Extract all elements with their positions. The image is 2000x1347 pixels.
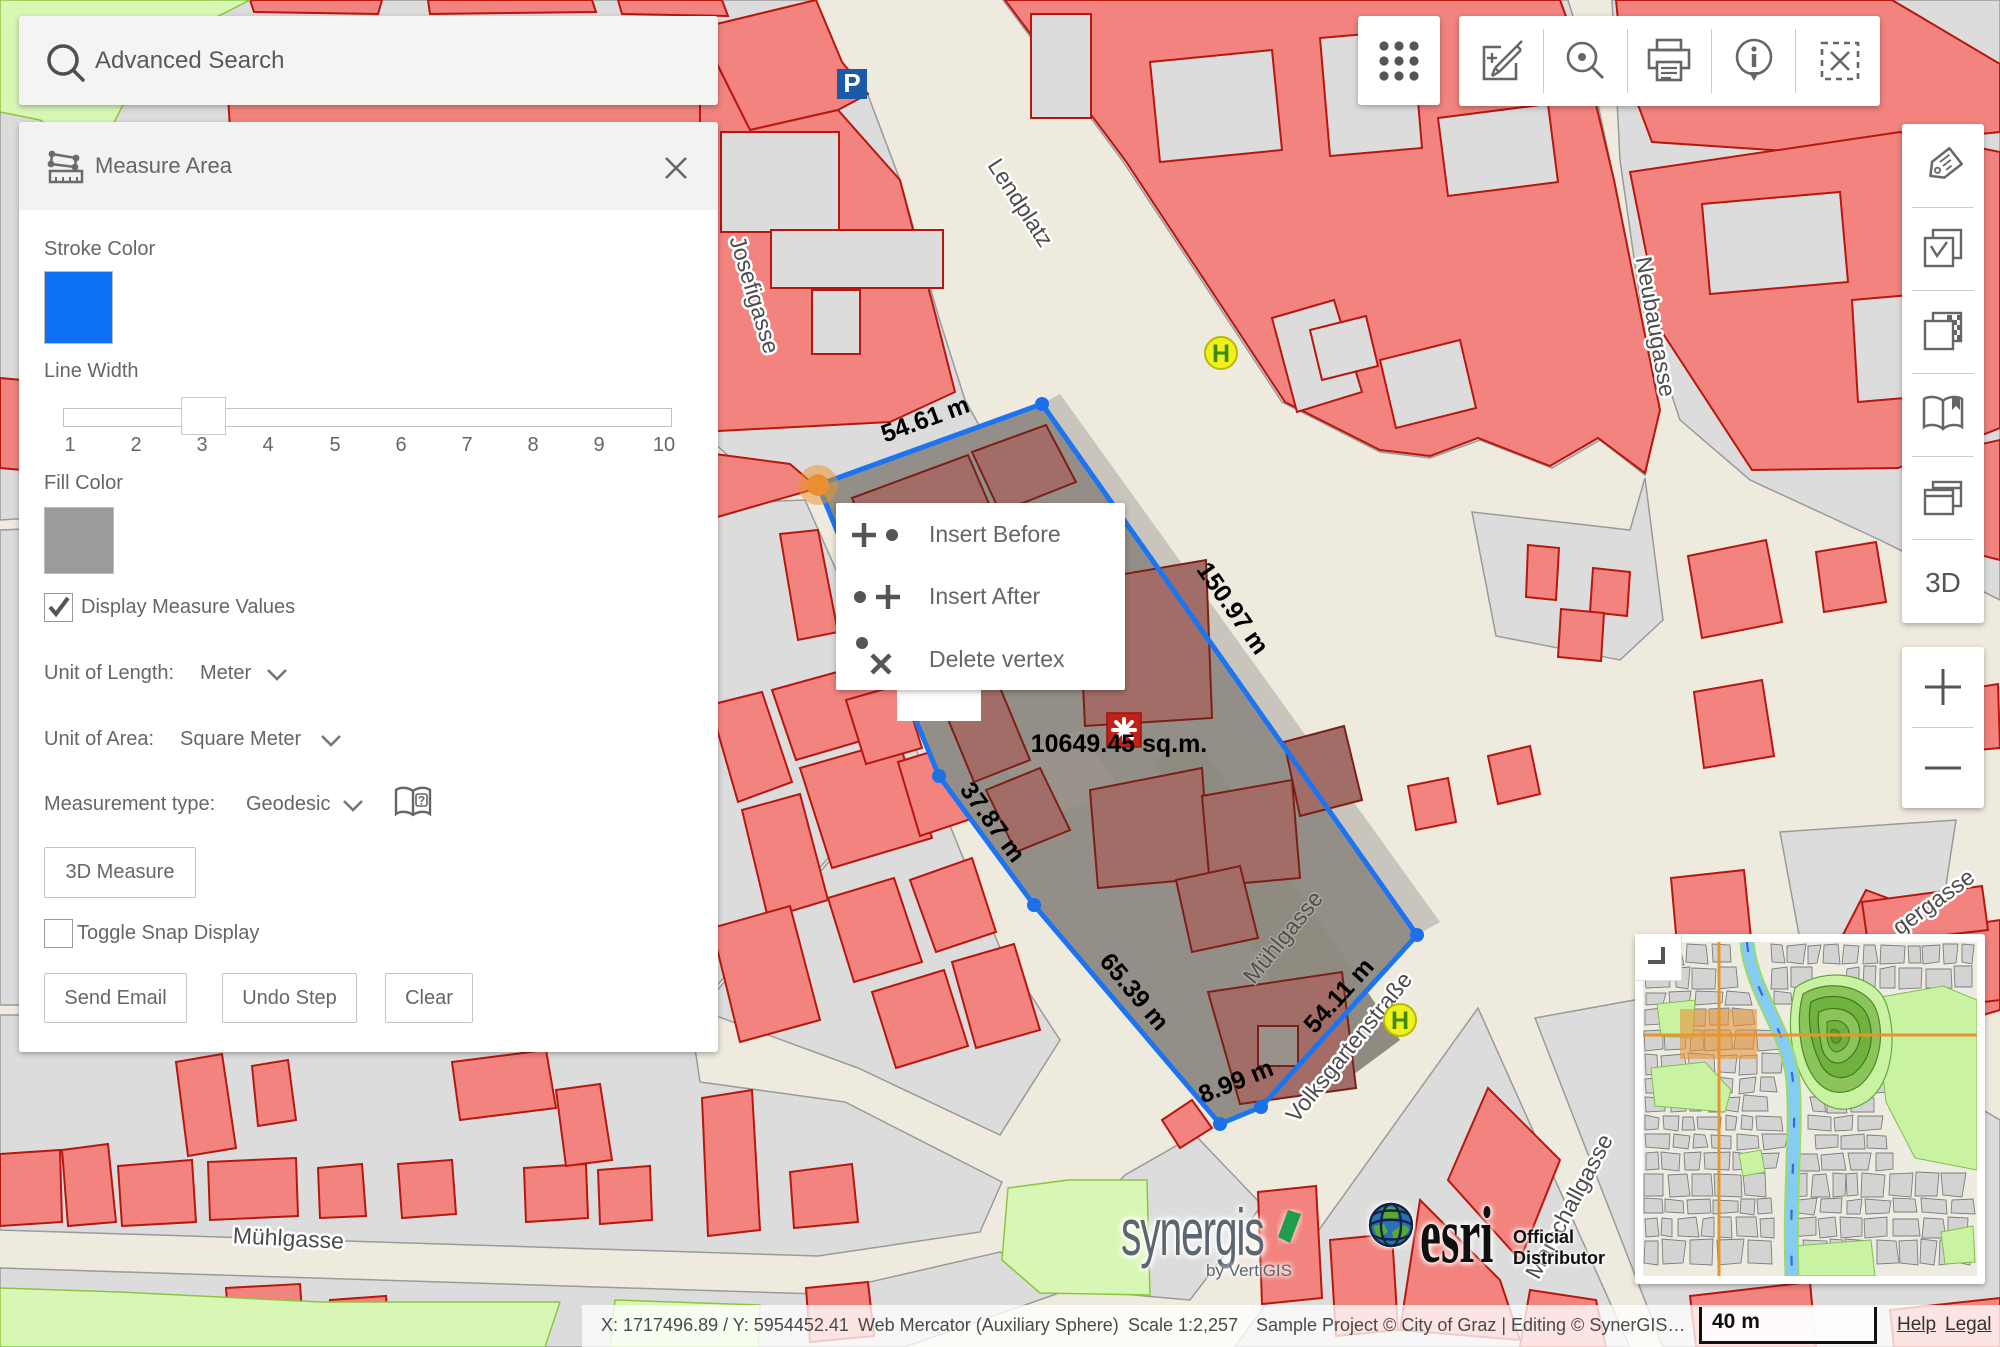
svg-text:Mühlgasse: Mühlgasse (232, 1222, 344, 1254)
svg-text:H: H (1391, 1007, 1409, 1035)
svg-text:?: ? (418, 794, 425, 808)
svg-text:P: P (843, 68, 860, 98)
svg-text:H: H (1212, 340, 1230, 368)
svg-text:Lendplatz: Lendplatz (983, 154, 1059, 252)
svg-text:10649.45 sq.m.: 10649.45 sq.m. (1031, 730, 1208, 758)
